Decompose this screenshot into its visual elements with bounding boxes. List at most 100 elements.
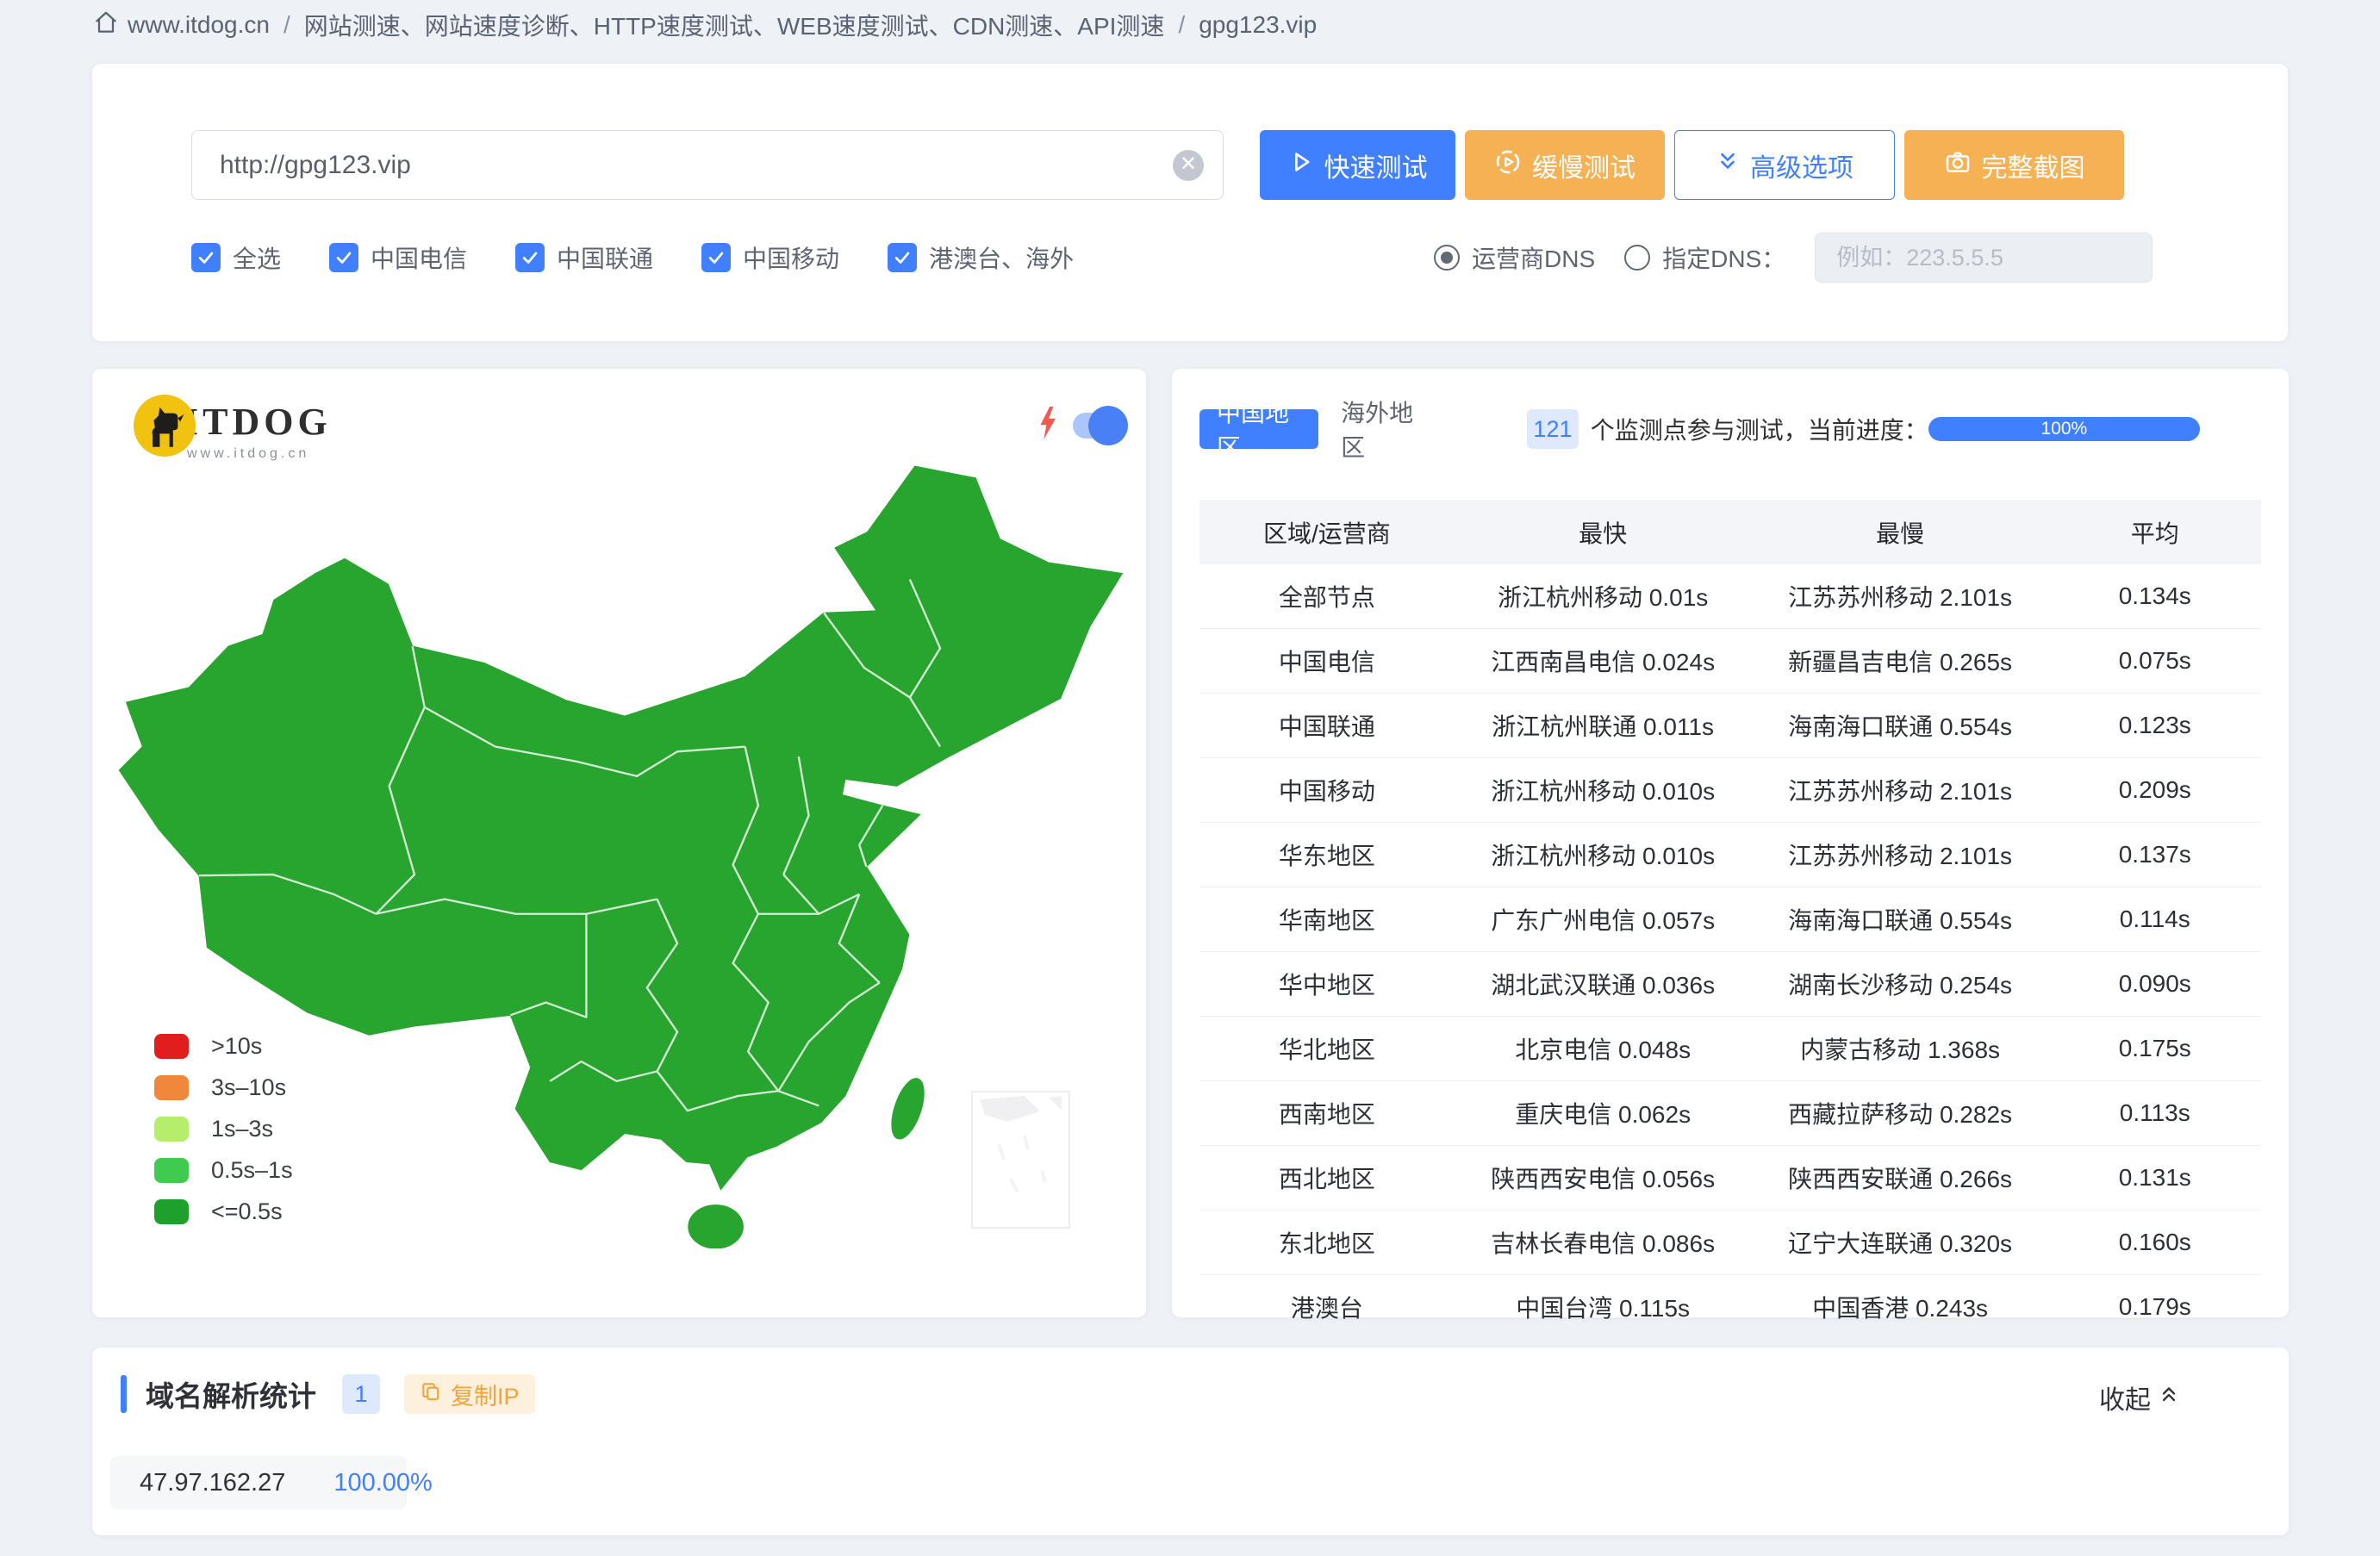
slow-play-icon (1494, 148, 1522, 183)
table-row[interactable]: 华中地区 湖北武汉联通 0.036s 湖南长沙移动 0.254s 0.090s (1199, 952, 2261, 1017)
full-screenshot-button[interactable]: 完整截图 (1904, 130, 2124, 200)
lightning-icon (1037, 407, 1059, 444)
ip-percent[interactable]: 100.00% (333, 1469, 433, 1497)
progress-label: 100% (2040, 419, 2087, 439)
map-mode-toggle[interactable] (1073, 413, 1123, 439)
isp-checkbox-label: 中国联通 (557, 240, 653, 275)
slow-test-button[interactable]: 缓慢测试 (1465, 130, 1665, 200)
action-buttons: 快速测试 缓慢测试 高级选项 完整截图 (1260, 130, 2124, 200)
isp-checkbox[interactable]: 全选 (191, 240, 281, 275)
isp-checkbox-label: 中国移动 (743, 240, 839, 275)
cell-average: 0.075s (2049, 647, 2261, 675)
cell-fastest: 北京电信 0.048s (1455, 1031, 1752, 1066)
section-accent-bar (121, 1375, 127, 1413)
cell-slowest: 辽宁大连联通 0.320s (1752, 1225, 2049, 1260)
dns-options: 运营商DNS 指定DNS： (1434, 232, 2153, 283)
cell-average: 0.114s (2049, 906, 2261, 933)
dns-count-badge: 1 (342, 1374, 380, 1414)
cell-average: 0.160s (2049, 1229, 2261, 1256)
breadcrumb-current: gpg123.vip (1199, 11, 1317, 39)
url-input[interactable] (192, 151, 1173, 180)
monitor-count-badge: 121 (1527, 409, 1578, 449)
isp-checkbox-label: 港澳台、海外 (929, 240, 1074, 275)
table-row[interactable]: 东北地区 吉林长春电信 0.086s 辽宁大连联通 0.320s 0.160s (1199, 1211, 2261, 1275)
table-row[interactable]: 华东地区 浙江杭州移动 0.010s 江苏苏州移动 2.101s 0.137s (1199, 823, 2261, 887)
isp-checkbox[interactable]: 中国电信 (329, 240, 467, 275)
cell-region: 西南地区 (1199, 1096, 1455, 1130)
cell-fastest: 广东广州电信 0.057s (1455, 902, 1752, 937)
isp-checkbox-label: 全选 (233, 240, 281, 275)
cell-average: 0.131s (2049, 1164, 2261, 1192)
checkbox-checked-icon (515, 243, 545, 272)
advanced-options-button[interactable]: 高级选项 (1674, 130, 1895, 200)
ip-address: 47.97.162.27 (110, 1469, 285, 1497)
cell-slowest: 西藏拉萨移动 0.282s (1752, 1096, 2049, 1130)
cell-average: 0.123s (2049, 712, 2261, 739)
breadcrumb-home[interactable]: www.itdog.cn (93, 9, 270, 41)
breadcrumb-separator: / (1178, 11, 1185, 39)
results-table-body: 全部节点 浙江杭州移动 0.01s 江苏苏州移动 2.101s 0.134s 中… (1199, 564, 2261, 1340)
isp-checkbox[interactable]: 中国联通 (515, 240, 653, 275)
table-row[interactable]: 中国电信 江西南昌电信 0.024s 新疆昌吉电信 0.265s 0.075s (1199, 629, 2261, 694)
copy-ip-button[interactable]: 复制IP (404, 1374, 535, 1414)
table-row[interactable]: 华南地区 广东广州电信 0.057s 海南海口联通 0.554s 0.114s (1199, 887, 2261, 952)
copy-ip-label: 复制IP (451, 1378, 520, 1411)
carrier-dns-radio[interactable]: 运营商DNS (1434, 240, 1595, 275)
results-table-header: 区域/运营商 最快 最慢 平均 (1199, 500, 2261, 564)
radio-unselected-icon (1624, 245, 1650, 271)
tab-overseas-region[interactable]: 海外地区 (1341, 395, 1425, 464)
cell-slowest: 江苏苏州移动 2.101s (1752, 837, 2049, 872)
custom-dns-label: 指定DNS： (1662, 240, 1785, 275)
checkbox-checked-icon (191, 243, 221, 272)
tab-china-region[interactable]: 中国地区 (1199, 409, 1318, 449)
isp-checkbox[interactable]: 中国移动 (701, 240, 839, 275)
results-header: 中国地区 海外地区 121 个监测点参与测试，当前进度： 100% (1172, 369, 2289, 464)
legend-swatch (154, 1075, 189, 1100)
map-legend: >10s 3s–10s 1s–3s 0.5s–1s <=0.5s (154, 1025, 293, 1232)
dns-stats-header: 域名解析统计 1 复制IP (121, 1373, 535, 1415)
table-row[interactable]: 港澳台 中国台湾 0.115s 中国香港 0.243s 0.179s (1199, 1275, 2261, 1340)
cell-fastest: 浙江杭州联通 0.011s (1455, 708, 1752, 743)
table-row[interactable]: 华北地区 北京电信 0.048s 内蒙古移动 1.368s 0.175s (1199, 1017, 2261, 1081)
table-row[interactable]: 全部节点 浙江杭州移动 0.01s 江苏苏州移动 2.101s 0.134s (1199, 564, 2261, 629)
legend-item: >10s (154, 1025, 293, 1067)
toggle-knob[interactable] (1088, 406, 1128, 445)
progress-bar: 100% (1928, 417, 2200, 441)
clear-input-icon[interactable]: ✕ (1173, 150, 1204, 181)
breadcrumb-home-label[interactable]: www.itdog.cn (128, 11, 270, 39)
cell-average: 0.137s (2049, 841, 2261, 868)
cell-fastest: 浙江杭州移动 0.01s (1455, 579, 1752, 613)
map-toggle-group (1037, 407, 1123, 444)
fast-test-button[interactable]: 快速测试 (1260, 130, 1455, 200)
camera-icon (1944, 148, 1972, 183)
ip-record-row[interactable]: 47.97.162.27 100.00% (110, 1456, 407, 1509)
table-row[interactable]: 西南地区 重庆电信 0.062s 西藏拉萨移动 0.282s 0.113s (1199, 1081, 2261, 1146)
isp-checkbox-row: 全选 中国电信 中国联通 中国移动 港澳台、海外 (191, 232, 1074, 283)
cell-region: 华东地区 (1199, 837, 1455, 872)
cell-slowest: 中国香港 0.243s (1752, 1290, 2049, 1324)
cell-region: 港澳台 (1199, 1290, 1455, 1324)
cell-region: 华中地区 (1199, 967, 1455, 1001)
collapse-toggle[interactable]: 收起 (2099, 1379, 2180, 1416)
dns-stats-title: 域名解析统计 (146, 1373, 316, 1415)
isp-checkbox[interactable]: 港澳台、海外 (888, 240, 1074, 275)
table-row[interactable]: 中国移动 浙江杭州移动 0.010s 江苏苏州移动 2.101s 0.209s (1199, 758, 2261, 823)
table-row[interactable]: 中国联通 浙江杭州联通 0.011s 海南海口联通 0.554s 0.123s (1199, 694, 2261, 758)
custom-dns-input[interactable] (1815, 233, 2153, 283)
custom-dns-radio[interactable]: 指定DNS： (1624, 240, 1785, 275)
table-row[interactable]: 西北地区 陕西西安电信 0.056s 陕西西安联通 0.266s 0.131s (1199, 1146, 2261, 1211)
double-chevron-up-icon (2158, 1383, 2180, 1412)
collapse-label: 收起 (2099, 1379, 2151, 1416)
home-icon (93, 9, 119, 41)
full-screenshot-label: 完整截图 (1982, 146, 2085, 184)
legend-item: 0.5s–1s (154, 1149, 293, 1191)
cell-region: 中国电信 (1199, 644, 1455, 678)
cell-region: 东北地区 (1199, 1225, 1455, 1260)
results-card: 中国地区 海外地区 121 个监测点参与测试，当前进度： 100% 区域/运营商… (1172, 369, 2289, 1317)
checkbox-checked-icon (888, 243, 917, 272)
breadcrumb-category[interactable]: 网站测速、网站速度诊断、HTTP速度测试、WEB速度测试、CDN测速、API测速 (304, 8, 1165, 42)
legend-label: 1s–3s (211, 1116, 273, 1142)
results-table: 区域/运营商 最快 最慢 平均 全部节点 浙江杭州移动 0.01s 江苏苏州移动… (1199, 500, 2261, 1340)
logo-title: ITDOG (184, 400, 332, 444)
cell-region: 中国移动 (1199, 773, 1455, 807)
